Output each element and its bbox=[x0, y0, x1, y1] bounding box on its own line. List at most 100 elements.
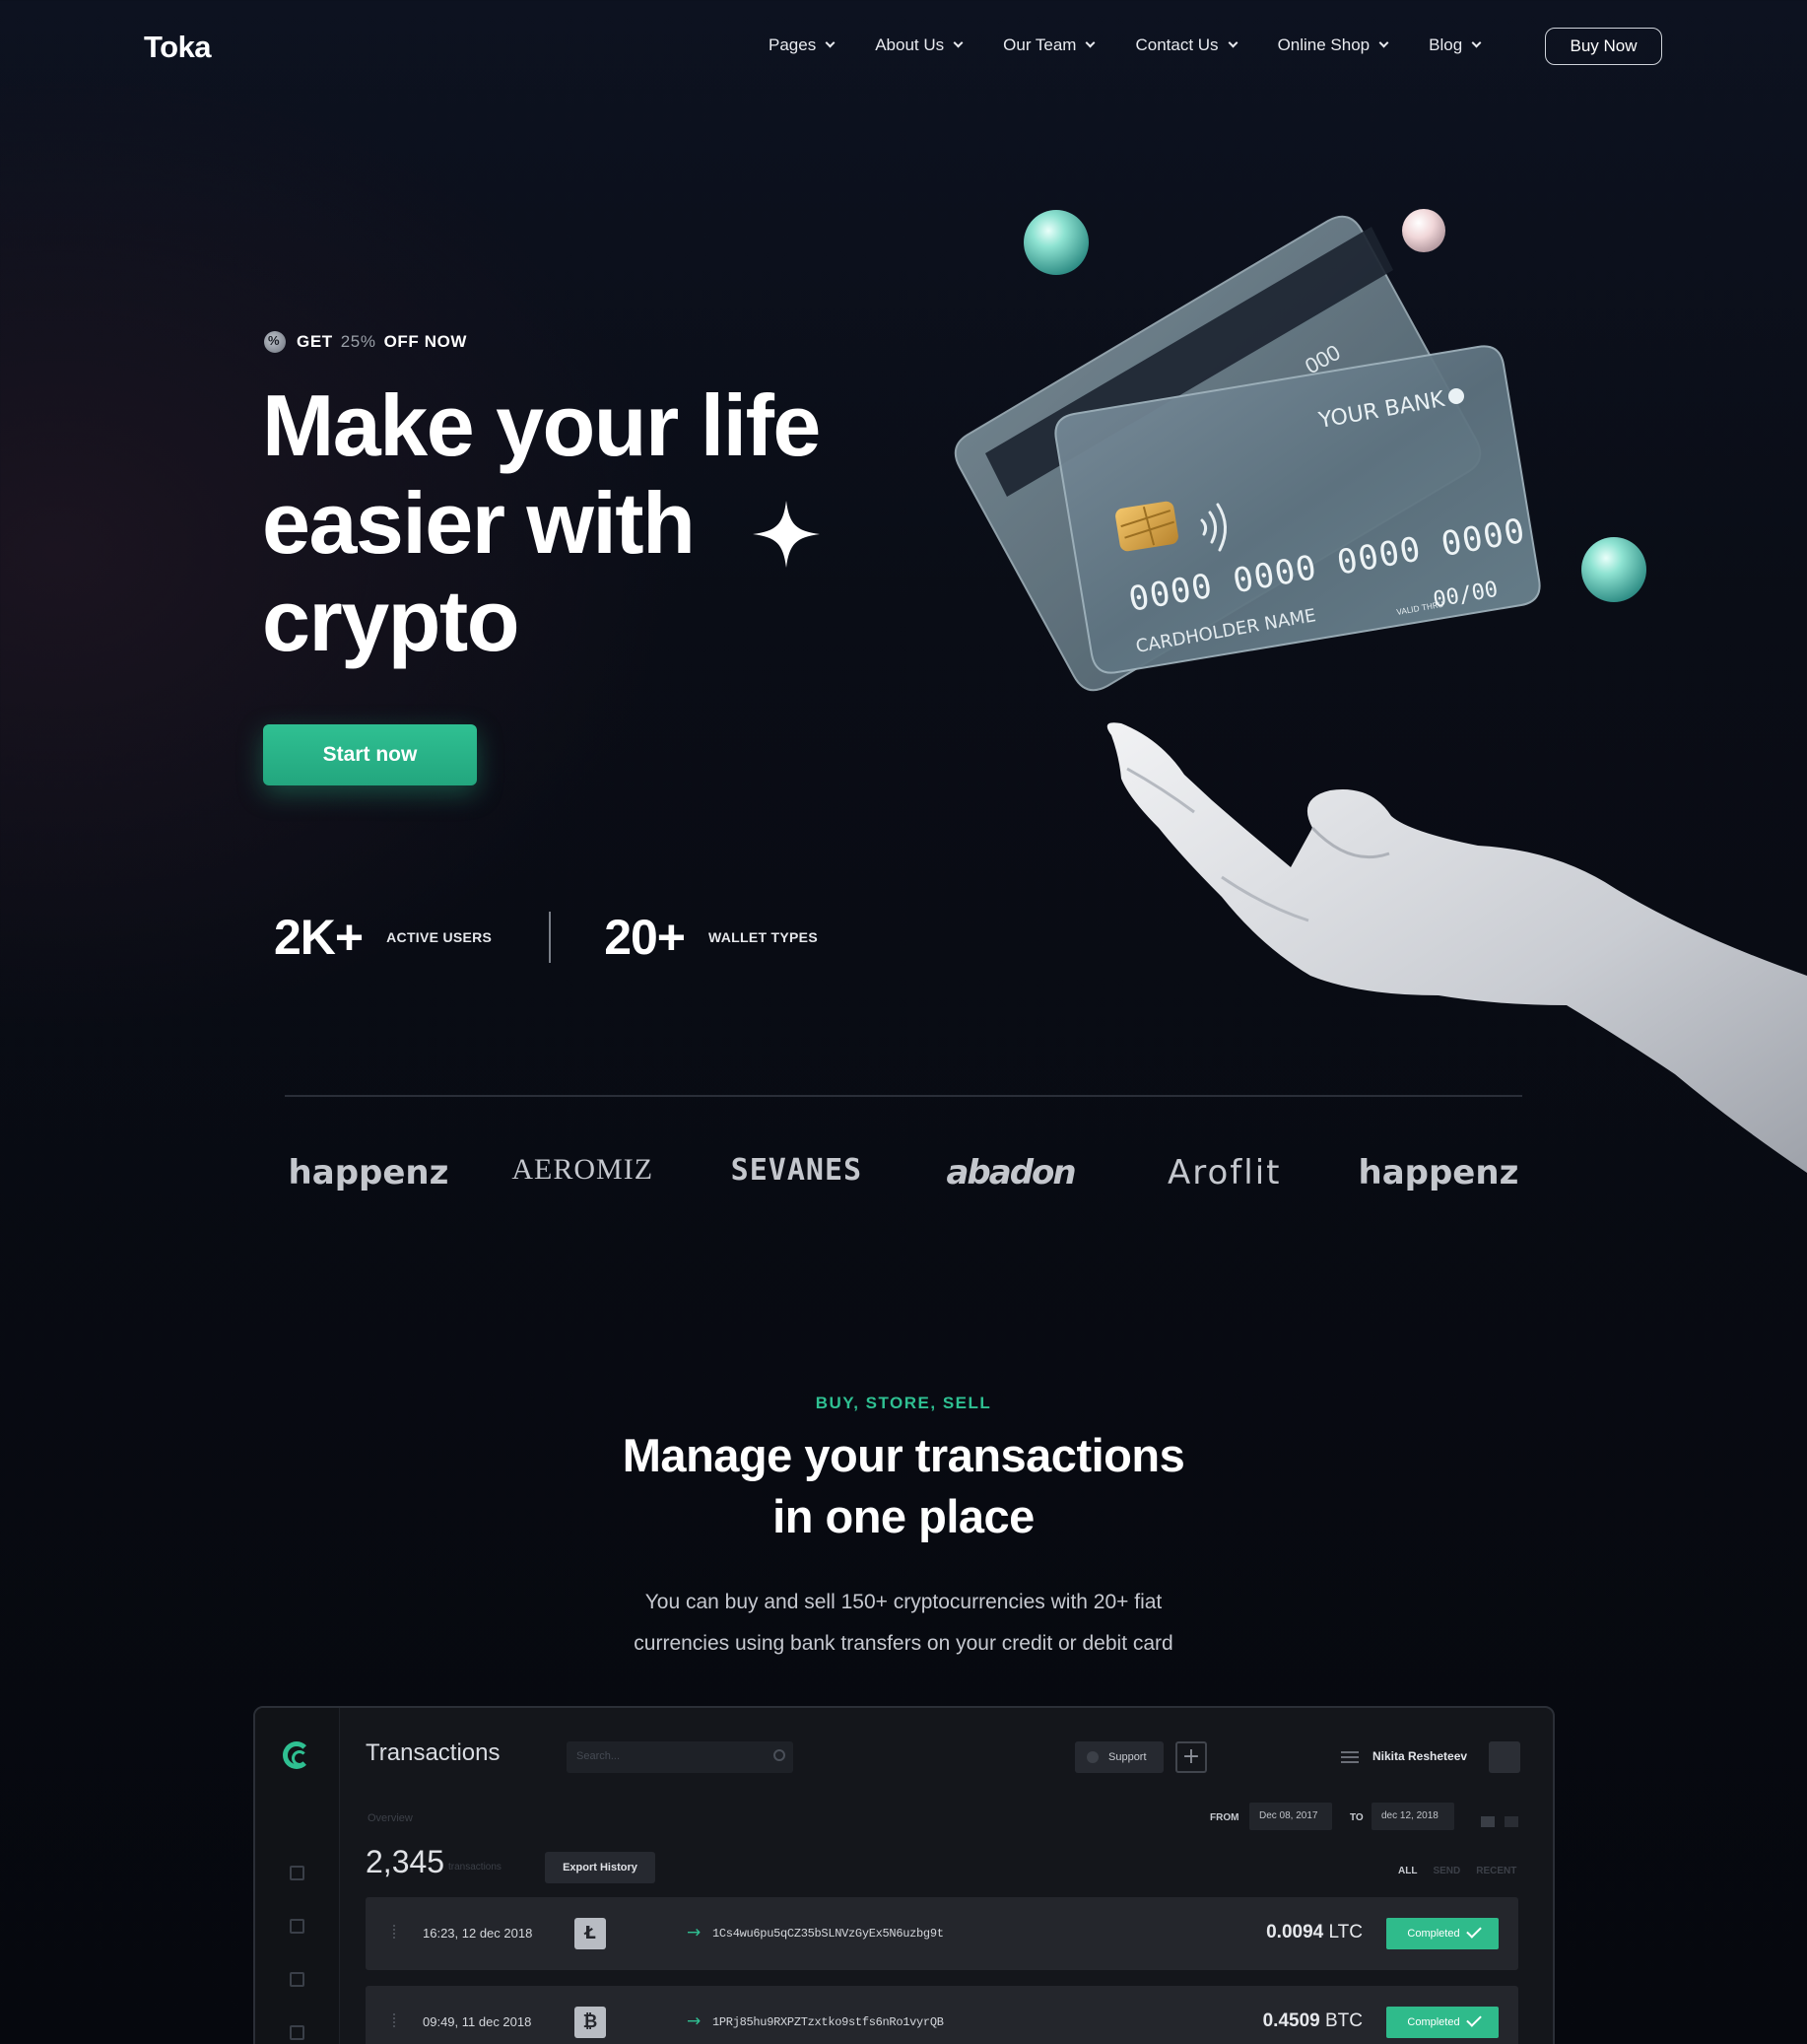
brand-logo: SEVANES bbox=[730, 1153, 863, 1188]
check-icon bbox=[1465, 2011, 1482, 2027]
start-now-button[interactable]: Start now bbox=[263, 724, 477, 785]
chevron-down-icon bbox=[825, 37, 836, 48]
hero-title-line: Make your life bbox=[262, 376, 821, 474]
row-menu-icon[interactable] bbox=[393, 2013, 396, 2027]
tx-time: 09:49, 11 dec 2018 bbox=[423, 2014, 532, 2029]
tx-amount: 0.4509 BTC bbox=[1263, 2010, 1363, 2032]
section-desc-line: You can buy and sell 150+ cryptocurrenci… bbox=[644, 1591, 1163, 1613]
nav-item-blog[interactable]: Blog bbox=[1429, 35, 1482, 55]
grid-view-icon[interactable] bbox=[1505, 1816, 1518, 1827]
litecoin-icon: Ł bbox=[574, 1918, 606, 1949]
table-row[interactable]: 09:49, 11 dec 2018 ₿ → 1PRj85hu9RXPZTzxt… bbox=[366, 1986, 1518, 2044]
stat-label: ACTIVE USERS bbox=[386, 929, 493, 945]
transaction-filters: ALL SEND RECENT bbox=[1398, 1866, 1516, 1876]
hero-title-line: crypto bbox=[262, 572, 519, 669]
stat-active-users: 2K+ ACTIVE USERS bbox=[274, 909, 492, 966]
stat-divider bbox=[549, 912, 552, 963]
app-logo-icon[interactable] bbox=[283, 1741, 310, 1769]
card-chip-icon bbox=[1115, 501, 1178, 552]
nav-label: Blog bbox=[1429, 35, 1463, 54]
promo-get: GET bbox=[297, 332, 333, 351]
grid-icon[interactable] bbox=[290, 1866, 304, 1880]
calendar-icon[interactable] bbox=[290, 2025, 304, 2040]
chevron-down-icon bbox=[1086, 37, 1096, 48]
card-bank-logo-icon bbox=[1448, 388, 1464, 404]
transaction-count: 2,345 bbox=[366, 1844, 445, 1879]
filter-recent[interactable]: RECENT bbox=[1476, 1866, 1516, 1876]
tx-amount-value: 0.4509 bbox=[1262, 2010, 1320, 2031]
nav-item-pages[interactable]: Pages bbox=[769, 35, 836, 55]
sphere-decoration bbox=[1024, 210, 1089, 275]
to-date-field[interactable]: dec 12, 2018 bbox=[1372, 1803, 1454, 1830]
support-button[interactable]: Support bbox=[1075, 1741, 1164, 1773]
chevron-down-icon bbox=[1471, 37, 1482, 48]
search-input[interactable]: Search... bbox=[567, 1741, 793, 1773]
buy-now-button[interactable]: Buy Now bbox=[1545, 28, 1662, 65]
promo-banner: GET 25% OFF NOW bbox=[264, 331, 467, 353]
tx-amount-value: 0.0094 bbox=[1266, 1922, 1324, 1942]
add-button[interactable]: + bbox=[1175, 1741, 1207, 1773]
promo-percent: 25% bbox=[340, 332, 376, 351]
overview-label[interactable]: Overview bbox=[368, 1812, 413, 1824]
tx-address: 1Cs4wu6pu5qCZ35bSLNVzGyEx5N6uzbg9t bbox=[712, 1927, 944, 1941]
table-row[interactable]: 16:23, 12 dec 2018 Ł → 1Cs4wu6pu5qCZ35bS… bbox=[366, 1897, 1518, 1970]
sparkle-icon bbox=[753, 501, 820, 568]
menu-icon[interactable] bbox=[1341, 1751, 1359, 1763]
search-icon[interactable] bbox=[773, 1749, 785, 1761]
site-logo[interactable]: Toka bbox=[144, 30, 212, 65]
to-label: TO bbox=[1350, 1812, 1364, 1823]
nav-item-online-shop[interactable]: Online Shop bbox=[1278, 35, 1389, 55]
sphere-decoration bbox=[1581, 537, 1646, 602]
section-desc-line: currencies using bank transfers on your … bbox=[634, 1632, 1173, 1655]
export-history-button[interactable]: Export History bbox=[545, 1852, 655, 1883]
tx-unit: BTC bbox=[1325, 2010, 1363, 2031]
status-label: Completed bbox=[1407, 1928, 1460, 1940]
tx-unit: LTC bbox=[1328, 1922, 1363, 1942]
arrow-right-icon: → bbox=[687, 2011, 702, 2031]
hero-illustration: 000 YOUR BANK 0000 0000 0000 0000 CARDHO… bbox=[954, 209, 1807, 1173]
section-description: You can buy and sell 150+ cryptocurrenci… bbox=[559, 1582, 1248, 1665]
avatar[interactable] bbox=[1489, 1741, 1520, 1773]
chart-icon[interactable] bbox=[290, 1972, 304, 1987]
transaction-count-label: transactions bbox=[448, 1862, 502, 1873]
dashboard-title: Transactions bbox=[366, 1739, 501, 1766]
stat-wallet-types: 20+ WALLET TYPES bbox=[604, 909, 818, 966]
tx-amount: 0.0094 LTC bbox=[1266, 1922, 1363, 1943]
dashboard-sidebar bbox=[255, 1708, 340, 2044]
percent-badge-icon bbox=[264, 331, 286, 353]
section-divider bbox=[285, 1095, 1522, 1097]
sphere-decoration bbox=[1402, 209, 1445, 252]
chevron-down-icon bbox=[953, 37, 964, 48]
brand-logo: Aroflit bbox=[1168, 1153, 1282, 1192]
stat-value: 20+ bbox=[604, 910, 686, 965]
section-title-line: in one place bbox=[772, 1490, 1035, 1542]
nav-label: Contact Us bbox=[1135, 35, 1219, 54]
nav-item-contact-us[interactable]: Contact Us bbox=[1135, 35, 1238, 55]
nav-label: About Us bbox=[875, 35, 945, 54]
tx-time: 16:23, 12 dec 2018 bbox=[423, 1926, 533, 1941]
status-badge: Completed bbox=[1386, 1918, 1499, 1949]
row-menu-icon[interactable] bbox=[393, 1925, 396, 1939]
section-eyebrow: BUY, STORE, SELL bbox=[815, 1394, 992, 1412]
arrow-right-icon: → bbox=[687, 1923, 702, 1942]
nav-item-about-us[interactable]: About Us bbox=[875, 35, 964, 55]
chevron-down-icon bbox=[1378, 37, 1389, 48]
filter-all[interactable]: ALL bbox=[1398, 1866, 1417, 1876]
nav-label: Our Team bbox=[1003, 35, 1077, 54]
brand-logo: AEROMIZ bbox=[511, 1153, 654, 1186]
from-label: FROM bbox=[1210, 1812, 1239, 1823]
section-title-line: Manage your transactions bbox=[622, 1429, 1185, 1481]
stat-value: 2K+ bbox=[274, 910, 364, 965]
user-name[interactable]: Nikita Resheteev bbox=[1372, 1749, 1467, 1763]
list-view-icon[interactable] bbox=[1481, 1816, 1495, 1827]
nav-item-our-team[interactable]: Our Team bbox=[1003, 35, 1096, 55]
transactions-dashboard: Transactions Search... Support + Nikita … bbox=[253, 1706, 1555, 2044]
status-badge: Completed bbox=[1386, 2007, 1499, 2038]
tx-address: 1PRj85hu9RXPZTzxtko9stfs6nRo1vyrQB bbox=[712, 2015, 944, 2029]
promo-off: OFF NOW bbox=[383, 332, 468, 351]
wallet-icon[interactable] bbox=[290, 1919, 304, 1934]
status-label: Completed bbox=[1407, 2016, 1460, 2028]
from-date-field[interactable]: Dec 08, 2017 bbox=[1249, 1803, 1332, 1830]
nav-label: Pages bbox=[769, 35, 817, 54]
filter-send[interactable]: SEND bbox=[1433, 1866, 1460, 1876]
